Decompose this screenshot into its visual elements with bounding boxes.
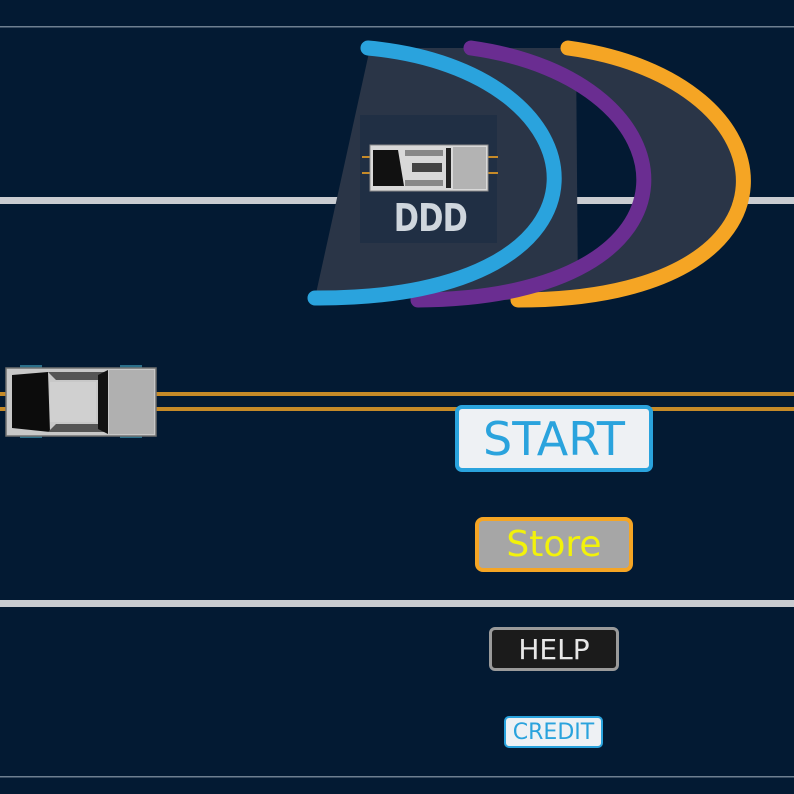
- road-background: [0, 26, 794, 778]
- credit-button[interactable]: CREDIT: [504, 716, 603, 748]
- help-button[interactable]: HELP: [489, 627, 619, 671]
- start-button[interactable]: START: [455, 405, 653, 472]
- lane-line-white: [0, 600, 794, 607]
- game-logo-text: DDD: [393, 196, 468, 240]
- bottom-border-line: [0, 776, 794, 778]
- top-border-line: [0, 26, 794, 28]
- game-scene: DDD START Store HELP CREDIT: [0, 0, 794, 794]
- logo-car-icon: [362, 144, 498, 192]
- player-car: [5, 365, 157, 438]
- store-button[interactable]: Store: [475, 517, 633, 572]
